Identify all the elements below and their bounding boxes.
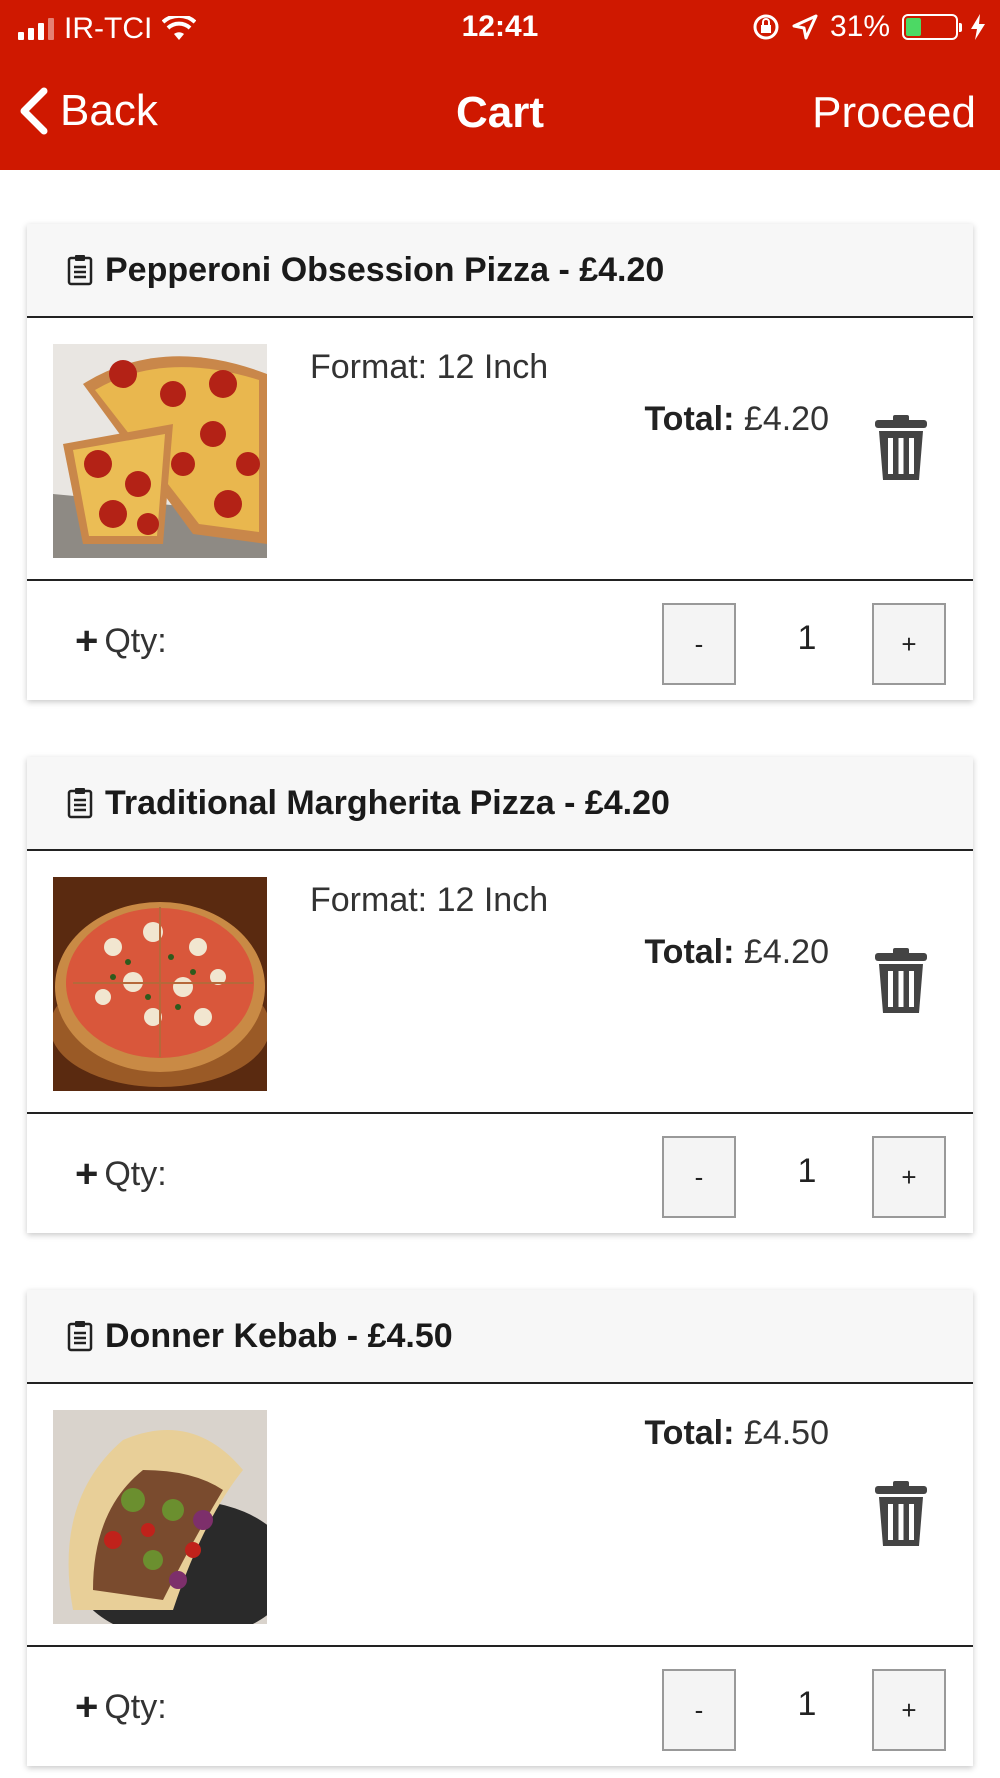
cart-item-body: Format: 12 Inch Total: £4.20 [27, 851, 973, 1114]
increase-quantity-button[interactable]: + [872, 1136, 946, 1218]
cart-item-body: Format: 12 Inch Total: £4.20 [27, 318, 973, 581]
clipboard-icon [67, 788, 93, 819]
proceed-button[interactable]: Proceed [812, 88, 976, 138]
status-bar: IR-TCI 12:41 31% [0, 0, 1000, 56]
clipboard-icon [67, 1321, 93, 1352]
item-format: Format: 12 Inch [310, 348, 549, 386]
total-value: £4.20 [743, 400, 829, 438]
nav-bar: Back Cart Proceed [0, 60, 1000, 170]
quantity-value: 1 [797, 619, 817, 657]
quantity-value: 1 [797, 1685, 817, 1723]
quantity-row: + Qty: - 1 + [27, 1114, 973, 1231]
cart-item-body: Total: £4.50 [27, 1384, 973, 1647]
total-label: Total: [644, 1414, 735, 1452]
increase-quantity-button[interactable]: + [872, 1669, 946, 1751]
cart-item-header: Donner Kebab - £4.50 [27, 1290, 973, 1384]
total-value: £4.20 [743, 933, 829, 971]
orientation-lock-icon [753, 14, 779, 40]
cart-item-card: Donner Kebab - £4.50 Total: £4.50 + Qty:… [27, 1290, 973, 1766]
trash-icon[interactable] [871, 947, 931, 1015]
item-total: Total: £4.50 [644, 1414, 829, 1453]
plus-icon: + [75, 1152, 99, 1196]
top-bar: IR-TCI 12:41 31% Back Cart Proceed [0, 0, 1000, 170]
increase-quantity-button[interactable]: + [872, 603, 946, 685]
margherita-pizza-image [53, 877, 267, 1091]
add-quantity-label[interactable]: + Qty: [75, 1152, 167, 1197]
battery-percent: 31% [829, 10, 890, 43]
status-right: 31% [752, 10, 986, 44]
total-label: Total: [644, 400, 735, 438]
trash-icon[interactable] [871, 1480, 931, 1548]
clipboard-icon [67, 255, 93, 286]
battery-icon [902, 14, 962, 40]
decrease-quantity-button[interactable]: - [662, 603, 736, 685]
cart-item-header: Traditional Margherita Pizza - £4.20 [27, 757, 973, 851]
quantity-row: + Qty: - 1 + [27, 581, 973, 698]
kebab-image [53, 1410, 267, 1624]
pepperoni-pizza-image [53, 344, 267, 558]
cart-item-header: Pepperoni Obsession Pizza - £4.20 [27, 224, 973, 318]
plus-icon: + [75, 1685, 99, 1729]
item-total: Total: £4.20 [644, 933, 829, 972]
quantity-value: 1 [797, 1152, 817, 1190]
add-quantity-label[interactable]: + Qty: [75, 1685, 167, 1730]
item-heading: Pepperoni Obsession Pizza - £4.20 [105, 250, 665, 289]
qty-label: Qty: [104, 622, 167, 660]
quantity-row: + Qty: - 1 + [27, 1647, 973, 1764]
charging-bolt-icon [971, 14, 985, 40]
qty-label: Qty: [104, 1688, 167, 1726]
item-heading: Donner Kebab - £4.50 [105, 1316, 453, 1355]
cart-item-card: Pepperoni Obsession Pizza - £4.20 Format… [27, 224, 973, 700]
trash-icon[interactable] [871, 414, 931, 482]
location-arrow-icon [792, 14, 818, 40]
total-value: £4.50 [743, 1414, 829, 1452]
item-total: Total: £4.20 [644, 400, 829, 439]
plus-icon: + [75, 619, 99, 663]
total-label: Total: [644, 933, 735, 971]
decrease-quantity-button[interactable]: - [662, 1136, 736, 1218]
item-format: Format: 12 Inch [310, 881, 549, 919]
decrease-quantity-button[interactable]: - [662, 1669, 736, 1751]
item-heading: Traditional Margherita Pizza - £4.20 [105, 783, 670, 822]
cart-item-card: Traditional Margherita Pizza - £4.20 For… [27, 757, 973, 1233]
add-quantity-label[interactable]: + Qty: [75, 619, 167, 664]
qty-label: Qty: [104, 1155, 167, 1193]
